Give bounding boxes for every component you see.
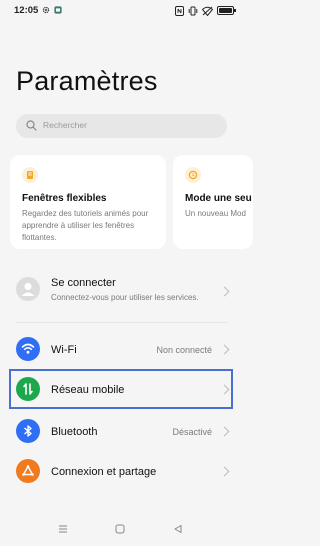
settings-row-mobile-network[interactable]: Réseau mobile [10, 374, 234, 404]
card-flexible-windows[interactable]: Fenêtres flexibles Regardez des tutoriel… [10, 155, 166, 249]
status-bar: 12:05 [0, 0, 244, 22]
menu-icon[interactable] [58, 524, 68, 534]
chevron-right-icon [219, 384, 230, 395]
home-icon[interactable] [115, 524, 125, 534]
bluetooth-icon [16, 419, 40, 443]
card-title: Mode une seu [185, 193, 252, 204]
person-icon [21, 283, 35, 296]
mobile-data-icon [16, 377, 40, 401]
wifi-icon [16, 337, 40, 361]
settings-row-bluetooth[interactable]: Bluetooth Désactivé [10, 416, 234, 446]
settings-row-connection-sharing[interactable]: Connexion et partage [10, 456, 234, 486]
page-title: Paramètres [16, 66, 158, 96]
navigation-bar [0, 516, 244, 546]
search-icon [26, 120, 37, 131]
setting-label: Bluetooth [51, 426, 98, 438]
app-notification-icon [54, 6, 62, 14]
status-time: 12:05 [14, 5, 39, 16]
sign-in-row[interactable]: Se connecter Connectez-vous pour utilise… [10, 271, 234, 311]
card-description: Un nouveau Mod [185, 209, 246, 218]
setting-value: Non connecté [156, 345, 212, 355]
silent-mode-icon [185, 167, 201, 183]
search-bar[interactable]: Rechercher [16, 114, 227, 138]
settings-gear-icon [42, 6, 50, 14]
chevron-right-icon [219, 286, 230, 297]
avatar [16, 277, 40, 301]
battery-level-fill [219, 8, 232, 13]
status-right-icons [175, 5, 236, 16]
flexible-windows-icon [22, 167, 38, 183]
chevron-right-icon [219, 344, 230, 355]
chevron-right-icon [219, 466, 230, 477]
vibrate-icon [188, 6, 198, 15]
sign-in-label: Se connecter [51, 277, 116, 289]
wifi-off-icon [202, 6, 213, 16]
setting-label: Connexion et partage [51, 466, 157, 478]
battery-icon [217, 6, 236, 15]
share-connection-icon [16, 459, 40, 483]
card-description: Regardez des tutoriels animés pour appre… [22, 209, 149, 242]
chevron-right-icon [219, 426, 230, 437]
setting-label: Wi-Fi [51, 344, 77, 356]
setting-value: Désactivé [172, 427, 212, 437]
search-placeholder: Rechercher [43, 120, 87, 130]
setting-label: Réseau mobile [51, 384, 125, 396]
card-title: Fenêtres flexibles [22, 193, 107, 204]
settings-row-wifi[interactable]: Wi-Fi Non connecté [10, 334, 234, 364]
back-icon[interactable] [173, 524, 183, 534]
card-silent-mode[interactable]: Mode une seu Un nouveau Mod [173, 155, 253, 249]
section-divider [16, 322, 228, 323]
nfc-icon [175, 5, 184, 16]
sign-in-subtitle: Connectez-vous pour utiliser les service… [51, 293, 199, 302]
